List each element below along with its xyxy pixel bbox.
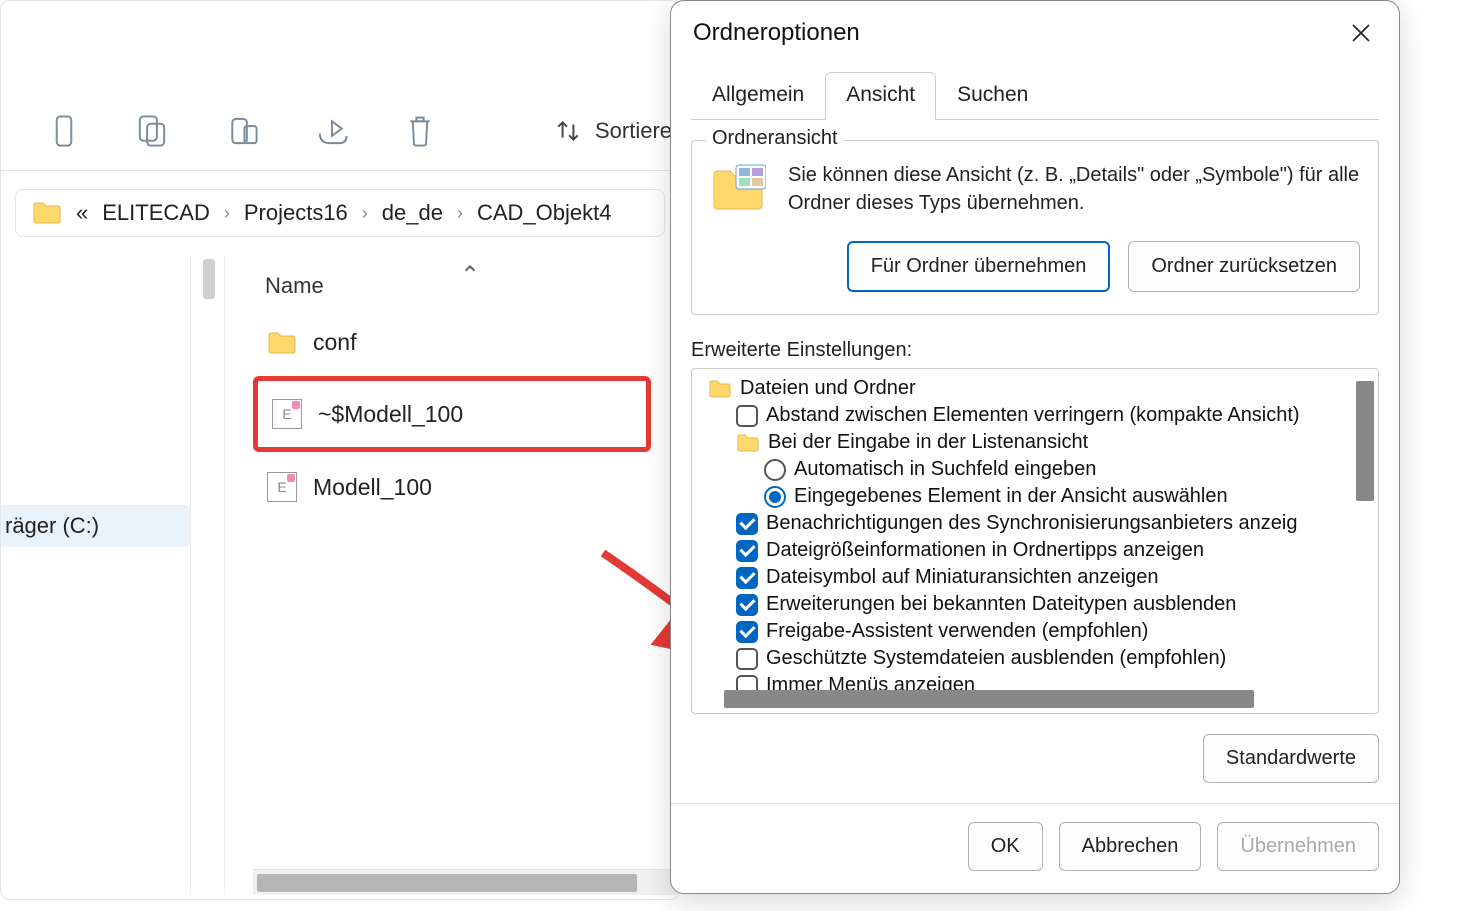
advanced-settings-tree[interactable]: Dateien und Ordner Abstand zwischen Elem… — [691, 368, 1379, 714]
apply-button[interactable]: Übernehmen — [1217, 822, 1379, 871]
restore-defaults-button[interactable]: Standardwerte — [1203, 734, 1379, 783]
tree-label: Abstand zwischen Elementen verringern (k… — [766, 404, 1300, 427]
breadcrumb-seg-3[interactable]: CAD_Objekt4 — [477, 200, 612, 226]
cut-icon[interactable] — [49, 111, 79, 151]
file-row-lockfile[interactable]: E ~$Modell_100 — [253, 376, 651, 452]
file-list: Name ⌃ conf E ~$Modell_100 E Modell_100 — [225, 255, 679, 895]
checkbox-icon[interactable] — [736, 594, 758, 616]
reset-folders-button[interactable]: Ordner zurücksetzen — [1128, 241, 1360, 292]
tree-item-typing-select[interactable]: Eingegebenes Element in der Ansicht ausw… — [702, 483, 1374, 510]
breadcrumb-bar: « ELITECAD › Projects16 › de_de › CAD_Ob… — [1, 171, 679, 255]
tree-item-hide-ext[interactable]: Erweiterungen bei bekannten Dateitypen a… — [702, 591, 1374, 618]
folder-view-group: Ordneransicht Sie können diese Ansicht (… — [691, 140, 1379, 315]
tab-search[interactable]: Suchen — [936, 72, 1049, 120]
apply-to-folders-button[interactable]: Für Ordner übernehmen — [847, 241, 1111, 292]
checkbox-icon[interactable] — [736, 540, 758, 562]
group-title: Ordneransicht — [706, 127, 844, 150]
dialog-content: Allgemein Ansicht Suchen Ordneransicht S… — [671, 61, 1399, 803]
tree-item-size-tips[interactable]: Dateigrößeinformationen in Ordnertipps a… — [702, 537, 1374, 564]
tree-group-typing: Bei der Eingabe in der Listenansicht — [702, 429, 1374, 456]
sort-caret-icon: ⌃ — [460, 261, 480, 290]
tree-label: Benachrichtigungen des Synchronisierungs… — [766, 512, 1297, 535]
tree-label: Eingegebenes Element in der Ansicht ausw… — [794, 485, 1228, 508]
file-name: Modell_100 — [313, 474, 432, 501]
tree-item-share-wizard[interactable]: Freigabe-Assistent verwenden (empfohlen) — [702, 618, 1374, 645]
tree-item-typing-search[interactable]: Automatisch in Suchfeld eingeben — [702, 456, 1374, 483]
tree-label: Bei der Eingabe in der Listenansicht — [768, 431, 1088, 454]
chevron-right-icon: › — [224, 203, 230, 224]
file-row-model[interactable]: E Modell_100 — [253, 460, 651, 514]
tab-view[interactable]: Ansicht — [825, 72, 936, 120]
tree-hscroll[interactable] — [694, 687, 1350, 711]
tree-item-hidden-system[interactable]: Geschützte Systemdateien ausblenden (emp… — [702, 645, 1374, 672]
chevron-right-icon: › — [362, 203, 368, 224]
dialog-button-bar: OK Abbrechen Übernehmen — [671, 803, 1399, 893]
cancel-button[interactable]: Abbrechen — [1059, 822, 1202, 871]
close-icon — [1349, 21, 1373, 45]
file-name: conf — [313, 329, 356, 356]
sidebar-scrollbar[interactable] — [191, 255, 225, 895]
breadcrumb-seg-0[interactable]: ELITECAD — [102, 200, 210, 226]
explorer-window: Sortieren « ELITECAD › Projects16 › de_d… — [0, 0, 680, 900]
tree-item-compact[interactable]: Abstand zwischen Elementen verringern (k… — [702, 402, 1374, 429]
file-icon: E — [272, 399, 302, 429]
tree-label: Freigabe-Assistent verwenden (empfohlen) — [766, 620, 1148, 643]
checkbox-icon[interactable] — [736, 405, 758, 427]
tree-label: Geschützte Systemdateien ausblenden (emp… — [766, 647, 1226, 670]
folder-view-icon — [710, 161, 766, 213]
tree-vscroll[interactable] — [1352, 371, 1376, 679]
breadcrumb[interactable]: « ELITECAD › Projects16 › de_de › CAD_Ob… — [15, 189, 665, 237]
delete-icon[interactable] — [405, 111, 435, 151]
group-description: Sie können diese Ansicht (z. B. „Details… — [788, 161, 1360, 217]
file-list-hscroll[interactable] — [253, 869, 679, 895]
paste-icon[interactable] — [225, 111, 259, 151]
explorer-toolbar: Sortieren — [1, 1, 679, 171]
dialog-title: Ordneroptionen — [693, 19, 860, 47]
file-name: ~$Modell_100 — [318, 401, 463, 428]
tree-label: Dateisymbol auf Miniaturansichten anzeig… — [766, 566, 1158, 589]
folder-icon — [708, 379, 732, 399]
sidebar-item-drive-c[interactable]: räger (C:) — [1, 505, 190, 547]
folder-icon — [736, 433, 760, 453]
tab-strip: Allgemein Ansicht Suchen — [691, 71, 1379, 120]
close-button[interactable] — [1343, 15, 1379, 51]
tree-label: Erweiterungen bei bekannten Dateitypen a… — [766, 593, 1236, 616]
tree-label: Dateigrößeinformationen in Ordnertipps a… — [766, 539, 1204, 562]
tree-label: Dateien und Ordner — [740, 377, 916, 400]
advanced-settings-label: Erweiterte Einstellungen: — [691, 339, 1379, 362]
breadcrumb-seg-2[interactable]: de_de — [382, 200, 443, 226]
tab-general[interactable]: Allgemein — [691, 72, 825, 120]
explorer-body: räger (C:) Name ⌃ conf E ~$Modell_100 E … — [1, 255, 679, 895]
checkbox-icon[interactable] — [736, 621, 758, 643]
share-icon[interactable] — [315, 111, 349, 151]
sort-icon — [555, 118, 581, 144]
folder-options-dialog: Ordneroptionen Allgemein Ansicht Suchen … — [670, 0, 1400, 894]
copy-icon[interactable] — [135, 111, 169, 151]
folder-icon — [32, 201, 62, 225]
ok-button[interactable]: OK — [968, 822, 1043, 871]
dialog-titlebar: Ordneroptionen — [671, 1, 1399, 61]
breadcrumb-seg-1[interactable]: Projects16 — [244, 200, 348, 226]
radio-icon[interactable] — [764, 459, 786, 481]
file-row-folder[interactable]: conf — [253, 317, 651, 368]
tree-group-files-folders: Dateien und Ordner — [702, 375, 1374, 402]
checkbox-icon[interactable] — [736, 648, 758, 670]
tree-item-sync-notif[interactable]: Benachrichtigungen des Synchronisierungs… — [702, 510, 1374, 537]
radio-icon[interactable] — [764, 486, 786, 508]
sort-button[interactable]: Sortieren — [555, 118, 684, 144]
column-header-label: Name — [265, 273, 324, 299]
folder-icon — [267, 331, 297, 355]
breadcrumb-prefix: « — [76, 200, 88, 226]
tree-label: Automatisch in Suchfeld eingeben — [794, 458, 1096, 481]
checkbox-icon[interactable] — [736, 567, 758, 589]
chevron-right-icon: › — [457, 203, 463, 224]
tree-item-thumb-icon[interactable]: Dateisymbol auf Miniaturansichten anzeig… — [702, 564, 1374, 591]
explorer-sidebar: räger (C:) — [1, 255, 191, 895]
file-icon: E — [267, 472, 297, 502]
checkbox-icon[interactable] — [736, 513, 758, 535]
column-header-name[interactable]: Name ⌃ — [253, 267, 651, 317]
